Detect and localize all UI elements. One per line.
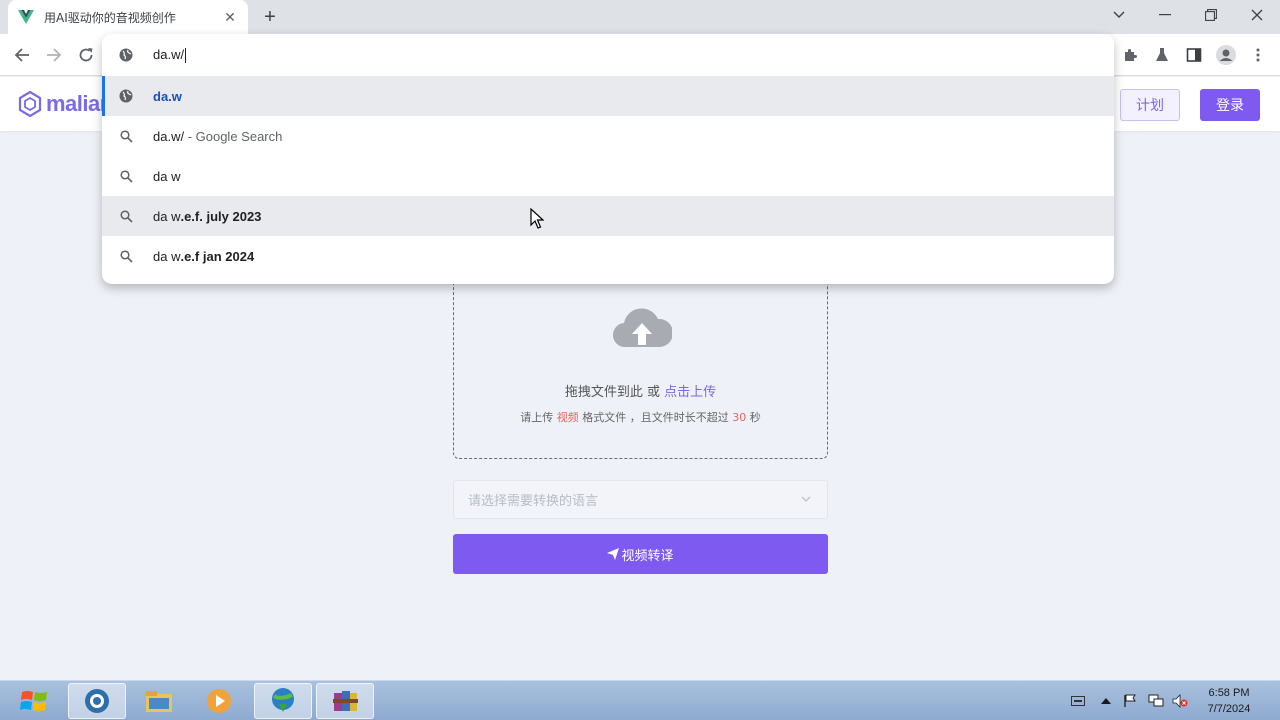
language-select[interactable]: 请选择需要转换的语言 bbox=[453, 480, 828, 519]
labs-flask-icon[interactable] bbox=[1150, 43, 1174, 67]
vue-logo-icon bbox=[18, 9, 34, 25]
suggestion-text: da w bbox=[153, 168, 181, 184]
video-translate-label: 视频转译 bbox=[621, 548, 674, 564]
selection-indicator bbox=[102, 76, 105, 116]
browser-globe-icon bbox=[85, 689, 109, 713]
more-menu-icon[interactable] bbox=[1246, 43, 1270, 67]
search-icon bbox=[118, 168, 134, 184]
show-hidden-icons-icon[interactable] bbox=[1098, 693, 1114, 709]
suggestion-url: da.w bbox=[153, 88, 182, 104]
search-icon bbox=[118, 128, 134, 144]
extensions-puzzle-icon[interactable] bbox=[1118, 43, 1142, 67]
reload-icon[interactable] bbox=[72, 41, 100, 69]
suggestion-row[interactable]: da.w bbox=[102, 76, 1114, 116]
suggestion-row[interactable]: da w.e.f. july 2023 bbox=[102, 196, 1114, 236]
start-button[interactable] bbox=[8, 683, 60, 719]
globe-icon bbox=[118, 88, 134, 104]
login-button[interactable]: 登录 bbox=[1200, 89, 1260, 121]
close-window-icon[interactable] bbox=[1234, 0, 1280, 30]
clock-time: 6:58 PM bbox=[1208, 687, 1250, 699]
network-icon[interactable] bbox=[1148, 693, 1164, 709]
hint-part-b: 格式文件 ，且文件时长不超过 bbox=[578, 411, 733, 424]
plan-button[interactable]: 计划 bbox=[1120, 89, 1180, 121]
new-tab-icon[interactable]: + bbox=[258, 6, 282, 28]
suggestion-suffix: - Google Search bbox=[184, 128, 283, 144]
globe-icon bbox=[118, 47, 134, 63]
paper-plane-icon bbox=[607, 548, 620, 560]
taskbar-explorer[interactable] bbox=[130, 683, 188, 719]
taskbar-winrar[interactable] bbox=[316, 683, 374, 719]
text-caret bbox=[185, 48, 187, 64]
keyboard-icon[interactable] bbox=[1070, 693, 1086, 709]
language-select-placeholder: 请选择需要转换的语言 bbox=[468, 494, 599, 509]
hint-duration: 30 bbox=[732, 411, 747, 424]
volume-muted-icon[interactable] bbox=[1172, 693, 1188, 709]
suggestion-row[interactable]: da w.e.f jan 2024 bbox=[102, 236, 1114, 276]
suggestion-completion: .e.f. july 2023 bbox=[180, 208, 262, 224]
close-tab-icon[interactable]: ✕ bbox=[222, 9, 238, 25]
browser-tab[interactable]: 用AI驱动你的音视频创作 ✕ bbox=[8, 0, 248, 34]
omnibox-input[interactable]: da.w/ bbox=[102, 34, 1114, 76]
windows-logo-icon bbox=[20, 691, 47, 711]
upload-instruction-text: 拖拽文件到此 或 bbox=[564, 385, 665, 400]
cloud-upload-icon bbox=[613, 308, 672, 348]
chevron-down-icon bbox=[801, 496, 811, 502]
tab-title: 用AI驱动你的音视频创作 bbox=[44, 10, 176, 25]
profile-avatar-icon[interactable] bbox=[1214, 43, 1238, 67]
omnibox-text: da.w/ bbox=[153, 46, 185, 62]
clock-date: 7/7/2024 bbox=[1207, 703, 1251, 715]
taskbar-internet-download-manager[interactable] bbox=[254, 683, 312, 719]
taskbar-media-player[interactable] bbox=[190, 683, 248, 719]
click-upload-link[interactable]: 点击上传 bbox=[664, 385, 716, 400]
upload-instruction: 拖拽文件到此 或 点击上传 bbox=[454, 381, 827, 400]
site-logo[interactable]: malian bbox=[18, 91, 113, 117]
hint-part-a: 请上传 bbox=[520, 411, 557, 424]
back-arrow-icon[interactable] bbox=[8, 41, 36, 69]
suggestion-text: da w bbox=[153, 208, 181, 224]
action-center-flag-icon[interactable] bbox=[1122, 693, 1138, 709]
media-player-icon bbox=[207, 689, 231, 713]
mouse-pointer-icon bbox=[530, 208, 544, 229]
suggestion-text: da.w/ bbox=[153, 128, 185, 144]
download-globe-icon bbox=[272, 688, 294, 712]
suggestion-completion: .e.f jan 2024 bbox=[180, 248, 255, 264]
tab-strip: 用AI驱动你的音视频创作 ✕ + bbox=[0, 0, 1280, 34]
video-translate-button[interactable]: 视频转译 bbox=[453, 534, 828, 574]
suggestion-row[interactable]: da.w/ - Google Search bbox=[102, 116, 1114, 156]
system-clock[interactable]: 6:58 PM 7/7/2024 bbox=[1196, 685, 1262, 717]
suggestion-text: da w bbox=[153, 248, 181, 264]
side-panel-icon[interactable] bbox=[1182, 43, 1206, 67]
suggestion-row[interactable]: da w bbox=[102, 156, 1114, 196]
omnibox-dropdown: da.w/ da.w da.w/ - Google Search da w da… bbox=[102, 34, 1114, 284]
search-icon bbox=[118, 208, 134, 224]
hint-part-c: 秒 bbox=[746, 411, 761, 424]
hint-format: 视频 bbox=[556, 411, 579, 424]
minimize-icon[interactable] bbox=[1142, 0, 1188, 30]
restore-icon[interactable] bbox=[1188, 0, 1234, 30]
upload-dropzone[interactable]: 拖拽文件到此 或 点击上传 请上传 视频 格式文件 ，且文件时长不超过 30 秒 bbox=[453, 262, 828, 459]
archive-books-icon bbox=[333, 691, 358, 711]
search-icon bbox=[118, 248, 134, 264]
hexagon-logo-icon bbox=[18, 91, 42, 117]
tab-search-chevron-icon[interactable] bbox=[1096, 0, 1142, 30]
windows-taskbar: 6:58 PM 7/7/2024 bbox=[0, 680, 1280, 720]
folder-icon bbox=[146, 691, 172, 712]
forward-arrow-icon[interactable] bbox=[40, 41, 68, 69]
upload-hint: 请上传 视频 格式文件 ，且文件时长不超过 30 秒 bbox=[454, 409, 827, 425]
taskbar-browser[interactable] bbox=[68, 683, 126, 719]
